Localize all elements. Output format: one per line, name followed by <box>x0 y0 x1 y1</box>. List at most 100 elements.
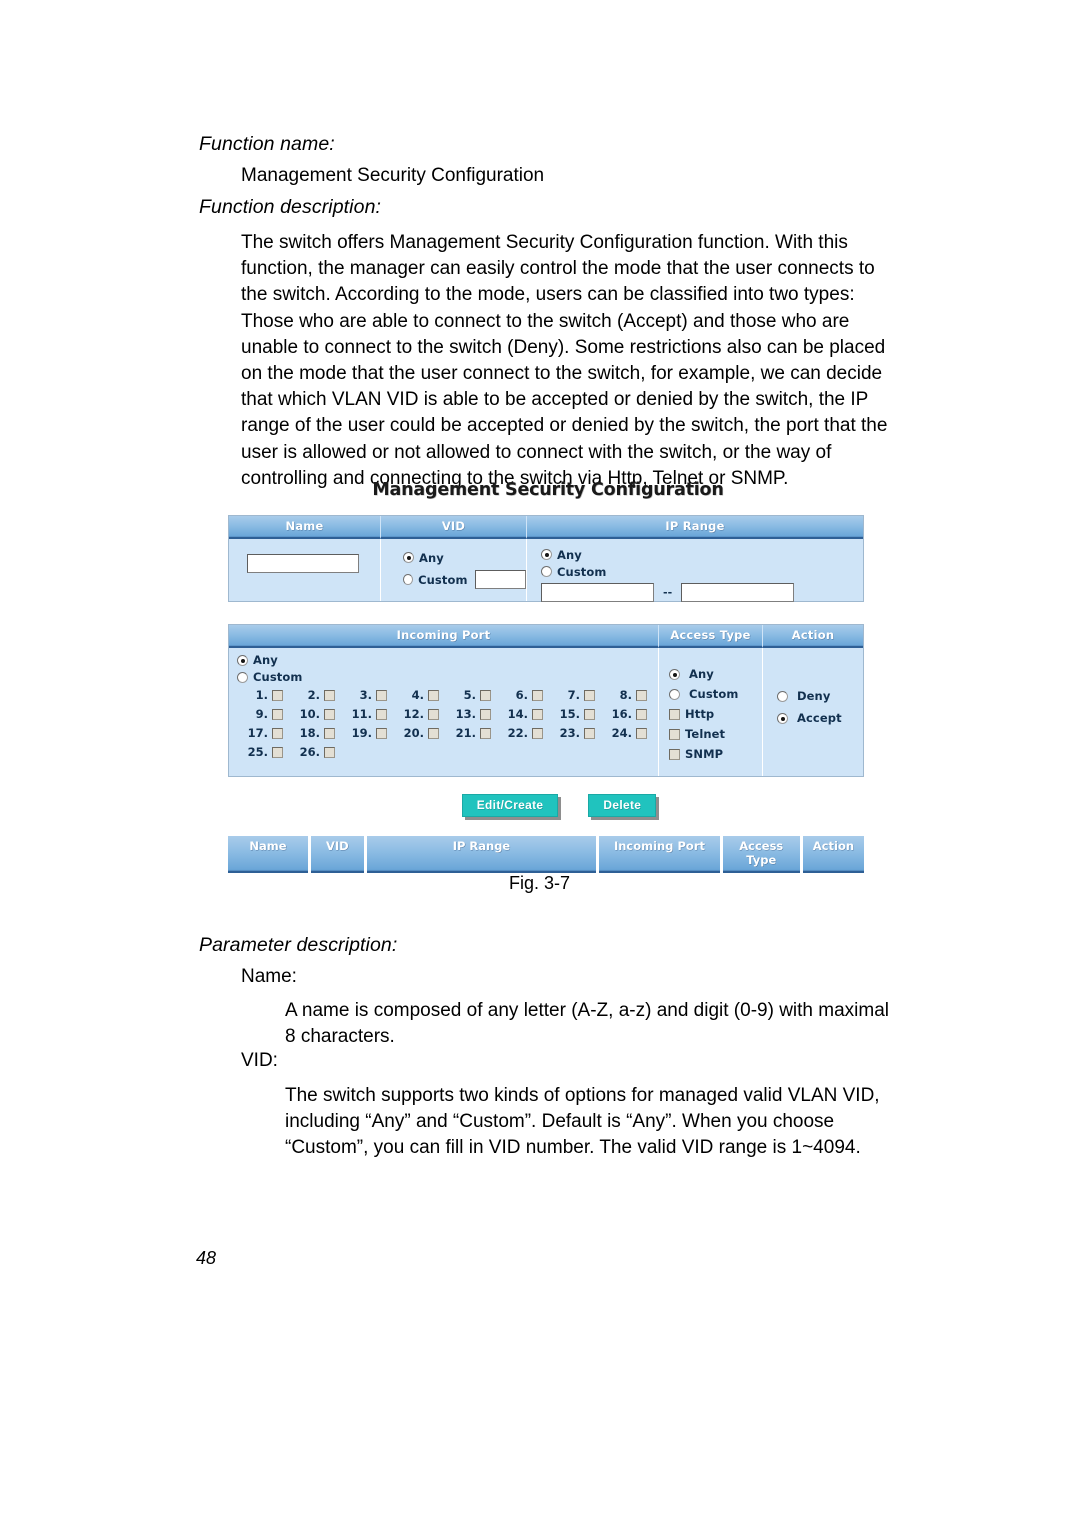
checkbox-port-10-icon[interactable] <box>324 708 335 720</box>
checkbox-port-14-icon[interactable] <box>532 708 543 720</box>
ip-custom-label: Custom <box>557 564 607 579</box>
port-checkbox-grid: 1. 2. 3. 4. 5. 6. 7. 8. 9. 10. 11. 12. 13. 14. 15. 16. 1… <box>245 688 658 759</box>
checkbox-port-24-icon[interactable] <box>636 727 647 739</box>
access-type-option-http[interactable]: Http <box>669 706 762 723</box>
radio-any-icon[interactable] <box>237 655 248 666</box>
parameter-vid-label: VID: <box>241 1050 278 1071</box>
port-item-16[interactable]: 16. <box>609 707 661 721</box>
checkbox-snmp-icon[interactable] <box>669 749 680 760</box>
checkbox-port-7-icon[interactable] <box>584 689 595 701</box>
access-type-options: Any Custom Http Telnet SNMP <box>659 654 762 763</box>
ip-option-custom[interactable]: Custom <box>541 563 863 580</box>
port-number-label: 12. <box>403 707 424 721</box>
port-item-20[interactable]: 20. <box>401 726 453 740</box>
delete-button[interactable]: Delete <box>588 794 657 817</box>
function-name-heading: Function name: <box>199 133 335 155</box>
vid-option-any[interactable]: Any <box>403 548 526 567</box>
port-number-label: 1. <box>255 688 268 702</box>
function-name-value: Management Security Configuration <box>241 165 545 186</box>
port-item-3[interactable]: 3. <box>349 688 401 702</box>
radio-custom-icon[interactable] <box>403 574 414 585</box>
access-type-option-any[interactable]: Any <box>669 666 762 683</box>
radio-accept-icon[interactable] <box>777 713 788 724</box>
checkbox-http-icon[interactable] <box>669 709 680 720</box>
checkbox-port-11-icon[interactable] <box>376 708 387 720</box>
checkbox-port-13-icon[interactable] <box>480 708 491 720</box>
port-number-label: 9. <box>255 707 268 721</box>
checkbox-telnet-icon[interactable] <box>669 729 680 740</box>
access-panel-body-row: Any Custom 1. 2. 3. 4. 5. 6. 7. 8. 9. 10. 11. 12. 13… <box>229 648 863 776</box>
port-item-14[interactable]: 14. <box>505 707 557 721</box>
port-number-label: 10. <box>299 707 320 721</box>
port-item-23[interactable]: 23. <box>557 726 609 740</box>
checkbox-port-12-icon[interactable] <box>428 708 439 720</box>
port-item-15[interactable]: 15. <box>557 707 609 721</box>
port-item-18[interactable]: 18. <box>297 726 349 740</box>
checkbox-port-15-icon[interactable] <box>584 708 595 720</box>
port-item-13[interactable]: 13. <box>453 707 505 721</box>
access-type-option-snmp[interactable]: SNMP <box>669 746 762 763</box>
radio-deny-icon[interactable] <box>777 691 788 702</box>
port-item-9[interactable]: 9. <box>245 707 297 721</box>
checkbox-port-5-icon[interactable] <box>480 689 491 701</box>
port-item-6[interactable]: 6. <box>505 688 557 702</box>
port-item-22[interactable]: 22. <box>505 726 557 740</box>
checkbox-port-18-icon[interactable] <box>324 727 335 739</box>
port-item-17[interactable]: 17. <box>245 726 297 740</box>
checkbox-port-16-icon[interactable] <box>636 708 647 720</box>
checkbox-port-21-icon[interactable] <box>480 727 491 739</box>
embedded-switch-ui-screenshot: Management Security Configuration Name V… <box>228 480 868 873</box>
checkbox-port-9-icon[interactable] <box>272 708 283 720</box>
action-option-deny[interactable]: Deny <box>777 688 863 705</box>
port-number-label: 15. <box>559 707 580 721</box>
port-item-4[interactable]: 4. <box>401 688 453 702</box>
radio-any-icon[interactable] <box>403 552 414 563</box>
access-type-option-telnet[interactable]: Telnet <box>669 726 762 743</box>
checkbox-port-4-icon[interactable] <box>428 689 439 701</box>
column-header-action: Action <box>763 625 863 648</box>
port-item-24[interactable]: 24. <box>609 726 661 740</box>
port-item-11[interactable]: 11. <box>349 707 401 721</box>
port-item-7[interactable]: 7. <box>557 688 609 702</box>
action-options: Deny Accept <box>763 654 863 727</box>
incoming-port-option-custom[interactable]: Custom <box>237 669 658 686</box>
checkbox-port-1-icon[interactable] <box>272 689 283 701</box>
port-item-10[interactable]: 10. <box>297 707 349 721</box>
action-option-accept[interactable]: Accept <box>777 710 863 727</box>
checkbox-port-6-icon[interactable] <box>532 689 543 701</box>
checkbox-port-8-icon[interactable] <box>636 689 647 701</box>
ip-start-input[interactable] <box>541 583 654 602</box>
access-type-option-custom[interactable]: Custom <box>669 686 762 703</box>
incoming-port-option-any[interactable]: Any <box>237 652 658 669</box>
checkbox-port-3-icon[interactable] <box>376 689 387 701</box>
ip-option-any[interactable]: Any <box>541 546 863 563</box>
checkbox-port-2-icon[interactable] <box>324 689 335 701</box>
radio-any-icon[interactable] <box>669 669 680 680</box>
ip-range-cell: Any Custom -- <box>527 539 863 602</box>
vid-option-custom[interactable]: Custom <box>403 570 526 589</box>
port-item-21[interactable]: 21. <box>453 726 505 740</box>
port-item-25[interactable]: 25. <box>245 745 297 759</box>
radio-custom-icon[interactable] <box>541 566 552 577</box>
checkbox-port-25-icon[interactable] <box>272 746 283 758</box>
vid-custom-input[interactable] <box>474 570 526 589</box>
port-item-12[interactable]: 12. <box>401 707 453 721</box>
checkbox-port-23-icon[interactable] <box>584 727 595 739</box>
port-item-8[interactable]: 8. <box>609 688 661 702</box>
radio-custom-icon[interactable] <box>669 689 680 700</box>
ip-end-input[interactable] <box>681 583 795 602</box>
checkbox-port-20-icon[interactable] <box>428 727 439 739</box>
radio-custom-icon[interactable] <box>237 672 248 683</box>
port-item-26[interactable]: 26. <box>297 745 349 759</box>
checkbox-port-22-icon[interactable] <box>532 727 543 739</box>
port-item-5[interactable]: 5. <box>453 688 505 702</box>
checkbox-port-17-icon[interactable] <box>272 727 283 739</box>
port-item-1[interactable]: 1. <box>245 688 297 702</box>
checkbox-port-19-icon[interactable] <box>376 727 387 739</box>
name-input[interactable] <box>247 554 359 573</box>
edit-create-button[interactable]: Edit/Create <box>461 794 559 817</box>
port-item-2[interactable]: 2. <box>297 688 349 702</box>
checkbox-port-26-icon[interactable] <box>324 746 335 758</box>
radio-any-icon[interactable] <box>541 549 552 560</box>
port-item-19[interactable]: 19. <box>349 726 401 740</box>
